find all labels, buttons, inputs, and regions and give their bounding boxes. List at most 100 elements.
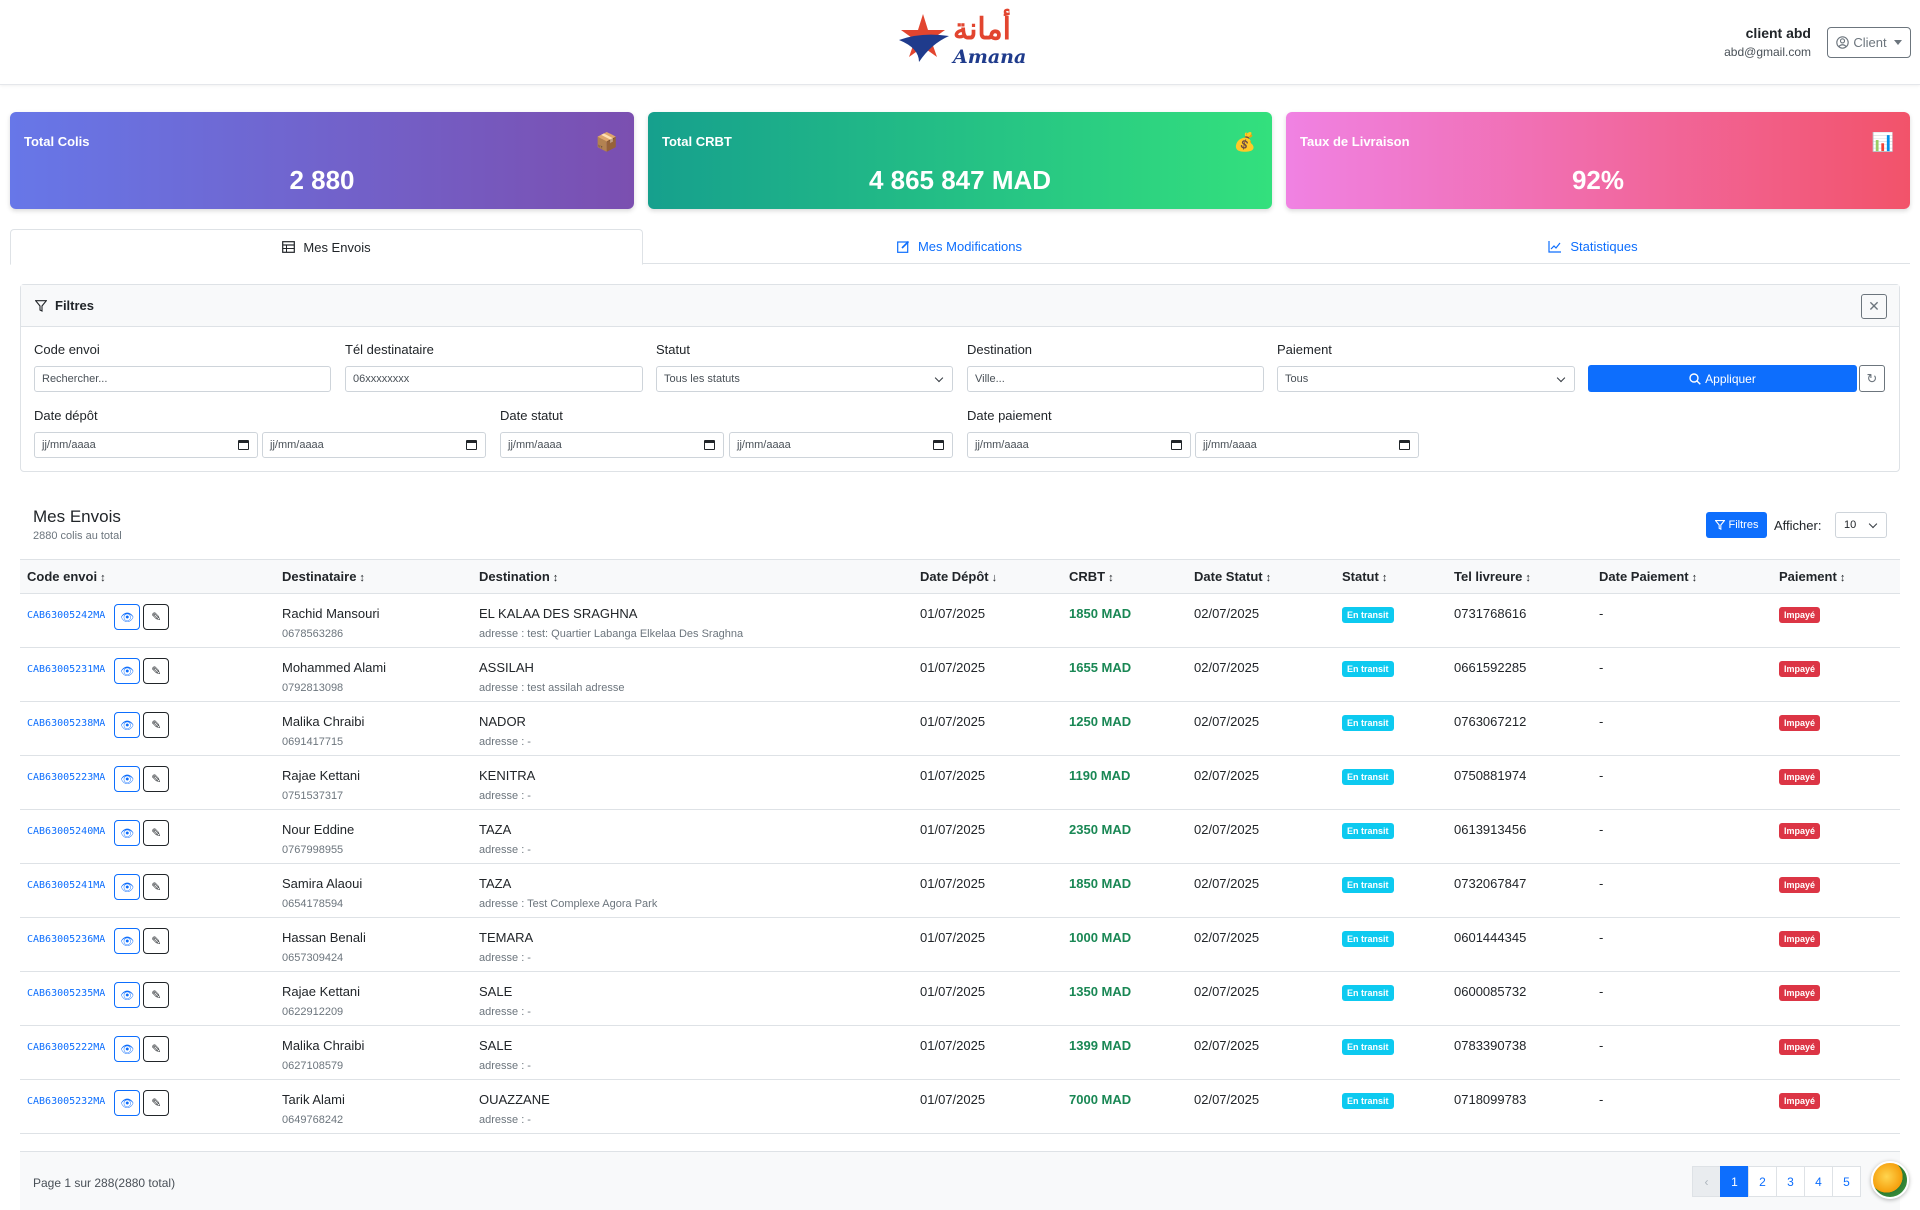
- cell-destinataire: Mohammed Alami 0792813098: [275, 648, 472, 702]
- shipment-code-link[interactable]: CAB63005240MA: [27, 826, 105, 837]
- column-header[interactable]: Date Statut ↕: [1187, 560, 1335, 594]
- date-paiement-from-input[interactable]: jj/mm/aaaa: [967, 432, 1191, 458]
- shipment-code-link[interactable]: CAB63005235MA: [27, 988, 105, 999]
- prev-page-button[interactable]: ‹: [1692, 1166, 1721, 1197]
- user-name: client abd: [1745, 25, 1811, 41]
- shipment-code-link[interactable]: CAB63005222MA: [27, 1042, 105, 1053]
- statut-select[interactable]: Tous les statuts: [656, 366, 953, 392]
- view-button[interactable]: 👁: [114, 982, 141, 1008]
- page-button-2[interactable]: 2: [1748, 1166, 1777, 1197]
- toggle-filters-button[interactable]: Filtres: [1706, 512, 1767, 538]
- client-menu-label: Client: [1853, 35, 1887, 50]
- edit-button[interactable]: ✎: [143, 604, 170, 630]
- tab-mes-envois[interactable]: Mes Envois: [10, 229, 643, 265]
- date-depot-to-input[interactable]: jj/mm/aaaa: [262, 432, 486, 458]
- cell-crbt: 1250 MAD: [1069, 714, 1132, 729]
- shipment-code-link[interactable]: CAB63005232MA: [27, 1096, 105, 1107]
- payment-badge: Impayé: [1779, 877, 1821, 893]
- logo-arabic-text: أمانة: [953, 12, 1011, 47]
- view-button[interactable]: 👁: [114, 604, 141, 630]
- view-button[interactable]: 👁: [114, 928, 141, 954]
- edit-button[interactable]: ✎: [143, 820, 170, 846]
- calendar-icon[interactable]: [466, 440, 477, 450]
- reset-filters-button[interactable]: ↻: [1859, 365, 1885, 392]
- calendar-icon[interactable]: [1399, 440, 1410, 450]
- date-depot-from-input[interactable]: jj/mm/aaaa: [34, 432, 258, 458]
- shipment-code-link[interactable]: CAB63005241MA: [27, 880, 105, 891]
- destination-input[interactable]: Ville...: [967, 366, 1264, 392]
- column-header[interactable]: Tel livreure ↕: [1447, 560, 1592, 594]
- cell-tel-livreur: 0750881974: [1454, 768, 1527, 783]
- package-icon: 📦: [595, 132, 618, 152]
- code-envoi-input[interactable]: Rechercher...: [34, 366, 331, 392]
- sort-icon[interactable]: ↕: [1108, 572, 1114, 584]
- view-button[interactable]: 👁: [114, 1036, 141, 1062]
- calendar-icon[interactable]: [238, 440, 249, 450]
- eye-icon: 👁: [120, 935, 135, 948]
- column-header[interactable]: Destination ↕: [472, 560, 913, 594]
- view-button[interactable]: 👁: [114, 820, 141, 846]
- shipment-code-link[interactable]: CAB63005242MA: [27, 610, 105, 621]
- column-header[interactable]: Date Dépôt ↓: [913, 560, 1062, 594]
- calendar-icon[interactable]: [933, 440, 944, 450]
- shipment-code-link[interactable]: CAB63005223MA: [27, 772, 105, 783]
- amana-logo[interactable]: أمانة Amana: [897, 10, 1027, 74]
- shipment-code-link[interactable]: CAB63005236MA: [27, 934, 105, 945]
- tab-mes-modifications[interactable]: Mes Modifications: [643, 229, 1276, 264]
- cell-paiement: Impayé: [1772, 594, 1900, 648]
- close-filters-button[interactable]: ✕: [1861, 294, 1887, 319]
- calendar-icon[interactable]: [1171, 440, 1182, 450]
- edit-button[interactable]: ✎: [143, 712, 170, 738]
- view-button[interactable]: 👁: [114, 658, 141, 684]
- sort-icon[interactable]: ↕: [1525, 572, 1531, 584]
- column-header[interactable]: Date Paiement ↕: [1592, 560, 1772, 594]
- page-size-select[interactable]: 10: [1835, 512, 1887, 538]
- sort-icon[interactable]: ↕: [1266, 572, 1272, 584]
- page-button-1[interactable]: 1: [1720, 1166, 1749, 1197]
- paiement-label: Paiement: [1277, 342, 1332, 357]
- sort-icon[interactable]: ↕: [100, 572, 106, 584]
- sort-desc-icon[interactable]: ↓: [992, 572, 998, 584]
- view-button[interactable]: 👁: [114, 874, 141, 900]
- calendar-icon[interactable]: [704, 440, 715, 450]
- sort-icon[interactable]: ↕: [1692, 572, 1698, 584]
- cell-crbt: 2350 MAD: [1069, 822, 1132, 837]
- view-button[interactable]: 👁: [114, 1090, 141, 1116]
- edit-button[interactable]: ✎: [143, 1090, 170, 1116]
- column-header[interactable]: Statut ↕: [1335, 560, 1447, 594]
- sort-icon[interactable]: ↕: [359, 572, 365, 584]
- floating-assistant-avatar[interactable]: [1871, 1161, 1909, 1199]
- view-button[interactable]: 👁: [114, 712, 141, 738]
- view-button[interactable]: 👁: [114, 766, 141, 792]
- page-button-5[interactable]: 5: [1832, 1166, 1861, 1197]
- date-statut-from-input[interactable]: jj/mm/aaaa: [500, 432, 724, 458]
- date-paiement-to-input[interactable]: jj/mm/aaaa: [1195, 432, 1419, 458]
- client-menu-button[interactable]: Client: [1827, 27, 1911, 58]
- column-header[interactable]: Code envoi ↕: [20, 560, 275, 594]
- edit-button[interactable]: ✎: [143, 1036, 170, 1062]
- date-statut-to-input[interactable]: jj/mm/aaaa: [729, 432, 953, 458]
- refresh-icon: ↻: [1866, 370, 1878, 386]
- edit-button[interactable]: ✎: [143, 982, 170, 1008]
- afficher-label: Afficher:: [1774, 518, 1822, 533]
- edit-button[interactable]: ✎: [143, 766, 170, 792]
- shipment-code-link[interactable]: CAB63005238MA: [27, 718, 105, 729]
- sort-icon[interactable]: ↕: [1840, 572, 1846, 584]
- page-button-4[interactable]: 4: [1804, 1166, 1833, 1197]
- edit-button[interactable]: ✎: [143, 928, 170, 954]
- cell-date-paiement: -: [1599, 660, 1604, 675]
- cell-code: CAB63005240MA 👁 ✎: [20, 810, 275, 864]
- column-header[interactable]: Paiement ↕: [1772, 560, 1900, 594]
- edit-button[interactable]: ✎: [143, 658, 170, 684]
- edit-button[interactable]: ✎: [143, 874, 170, 900]
- column-header[interactable]: CRBT ↕: [1062, 560, 1187, 594]
- paiement-select[interactable]: Tous: [1277, 366, 1575, 392]
- column-header[interactable]: Destinataire ↕: [275, 560, 472, 594]
- tab-statistiques[interactable]: Statistiques: [1276, 229, 1910, 264]
- sort-icon[interactable]: ↕: [1382, 572, 1388, 584]
- tel-destinataire-input[interactable]: 06xxxxxxxx: [345, 366, 643, 392]
- page-button-3[interactable]: 3: [1776, 1166, 1805, 1197]
- sort-icon[interactable]: ↕: [553, 572, 559, 584]
- shipment-code-link[interactable]: CAB63005231MA: [27, 664, 105, 675]
- apply-filters-button[interactable]: Appliquer: [1588, 365, 1857, 392]
